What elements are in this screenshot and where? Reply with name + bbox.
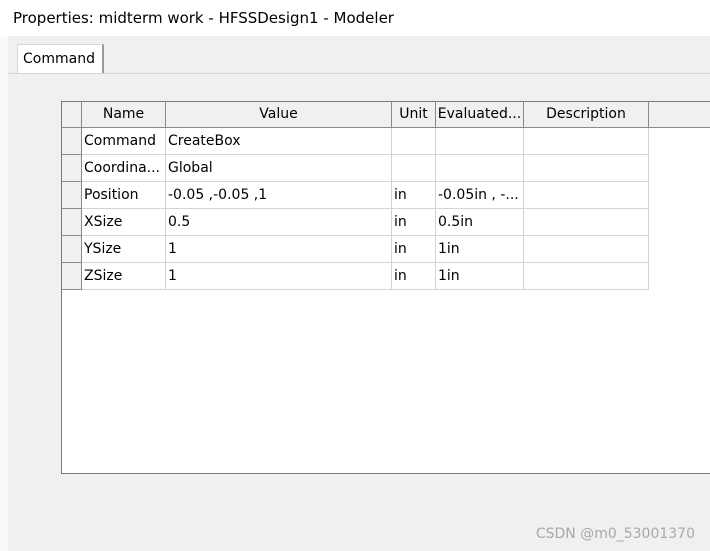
table-row[interactable]: Command CreateBox bbox=[62, 128, 649, 155]
cell-evaluated: 1in bbox=[436, 263, 524, 290]
cell-value[interactable]: 1 bbox=[166, 236, 392, 263]
cell-unit[interactable]: in bbox=[392, 263, 436, 290]
cell-evaluated: 1in bbox=[436, 236, 524, 263]
cell-name: Coordina... bbox=[82, 155, 166, 182]
cell-description[interactable] bbox=[524, 263, 649, 290]
table-row[interactable]: Position -0.05 ,-0.05 ,1 in -0.05in , -.… bbox=[62, 182, 649, 209]
header-description[interactable]: Description bbox=[524, 102, 649, 127]
watermark: CSDN @m0_53001370 bbox=[535, 526, 695, 542]
cell-description[interactable] bbox=[524, 209, 649, 236]
table-row[interactable]: ZSize 1 in 1in bbox=[62, 263, 649, 290]
cell-value[interactable]: -0.05 ,-0.05 ,1 bbox=[166, 182, 392, 209]
cell-unit[interactable] bbox=[392, 155, 436, 182]
cell-description[interactable] bbox=[524, 128, 649, 155]
cell-description[interactable] bbox=[524, 236, 649, 263]
table-row[interactable]: YSize 1 in 1in bbox=[62, 236, 649, 263]
cell-value[interactable]: CreateBox bbox=[166, 128, 392, 155]
cell-value[interactable]: Global bbox=[166, 155, 392, 182]
cell-unit[interactable]: in bbox=[392, 209, 436, 236]
cell-value[interactable]: 0.5 bbox=[166, 209, 392, 236]
cell-name: Command bbox=[82, 128, 166, 155]
header-value[interactable]: Value bbox=[166, 102, 392, 127]
table-row[interactable]: XSize 0.5 in 0.5in bbox=[62, 209, 649, 236]
row-header[interactable] bbox=[62, 155, 82, 182]
cell-name: Position bbox=[82, 182, 166, 209]
title-bar: Properties: midterm work - HFSSDesign1 -… bbox=[0, 0, 710, 36]
cell-name: YSize bbox=[82, 236, 166, 263]
window-title: Properties: midterm work - HFSSDesign1 -… bbox=[13, 9, 394, 27]
row-header[interactable] bbox=[62, 209, 82, 236]
cell-unit[interactable]: in bbox=[392, 236, 436, 263]
row-header[interactable] bbox=[62, 128, 82, 155]
cell-description[interactable] bbox=[524, 182, 649, 209]
properties-grid[interactable]: Name Value Unit Evaluated... Description… bbox=[61, 101, 710, 474]
cell-name: XSize bbox=[82, 209, 166, 236]
tab-divider bbox=[8, 73, 710, 74]
header-name[interactable]: Name bbox=[82, 102, 166, 127]
cell-evaluated bbox=[436, 155, 524, 182]
cell-unit[interactable] bbox=[392, 128, 436, 155]
cell-evaluated bbox=[436, 128, 524, 155]
cell-evaluated: -0.05in , -... bbox=[436, 182, 524, 209]
table-row[interactable]: Coordina... Global bbox=[62, 155, 649, 182]
row-header[interactable] bbox=[62, 236, 82, 263]
cell-evaluated: 0.5in bbox=[436, 209, 524, 236]
grid-header-row: Name Value Unit Evaluated... Description bbox=[62, 102, 710, 128]
header-unit[interactable]: Unit bbox=[392, 102, 436, 127]
cell-unit[interactable]: in bbox=[392, 182, 436, 209]
header-evaluated[interactable]: Evaluated... bbox=[436, 102, 524, 127]
row-header[interactable] bbox=[62, 182, 82, 209]
cell-value[interactable]: 1 bbox=[166, 263, 392, 290]
row-header[interactable] bbox=[62, 263, 82, 290]
tab-command[interactable]: Command bbox=[17, 44, 104, 74]
cell-name: ZSize bbox=[82, 263, 166, 290]
header-corner bbox=[62, 102, 82, 127]
cell-description[interactable] bbox=[524, 155, 649, 182]
